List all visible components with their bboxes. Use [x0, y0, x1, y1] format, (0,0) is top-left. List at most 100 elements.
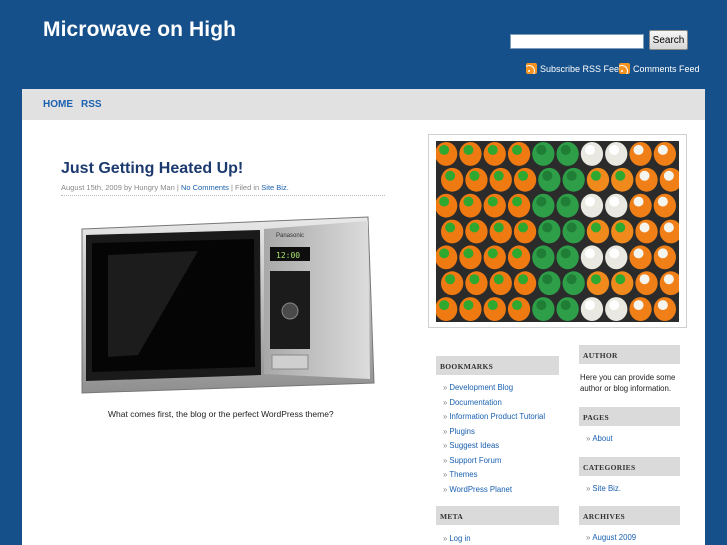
pages-list: » About — [586, 434, 613, 449]
bottle-cap-shape — [487, 144, 498, 155]
bullet-icon: » — [586, 533, 591, 542]
bottle-cap-shape — [542, 274, 553, 285]
bottle-cap-shape — [512, 248, 523, 259]
bottle-cap-shape — [512, 144, 523, 155]
bottle-cap-shape — [633, 248, 644, 259]
bottle-cap-shape — [584, 196, 595, 207]
bookmarks-list: » Development Blog » Documentation » Inform… — [443, 383, 545, 499]
nav-home[interactable]: HOME — [43, 99, 73, 110]
main-nav: HOME RSS — [22, 89, 705, 120]
bottle-cap-shape — [512, 196, 523, 207]
microwave-brand: Panasonic — [276, 233, 304, 239]
bottle-cap-shape — [633, 196, 644, 207]
bullet-icon: » — [586, 484, 591, 493]
bottle-cap-shape — [590, 274, 601, 285]
bottle-cap-shape — [657, 196, 668, 207]
bullet-icon: » — [443, 484, 448, 494]
bottle-cap-shape — [512, 300, 523, 311]
bottle-cap-shape — [493, 170, 504, 181]
bottle-cap-shape — [439, 300, 450, 311]
bottle-cap-shape — [536, 144, 547, 155]
bottle-cap-shape — [615, 274, 626, 285]
bullet-icon: » — [443, 426, 448, 436]
bottle-cap-shape — [566, 222, 577, 233]
bottle-cap-shape — [439, 144, 450, 155]
post-comments-link[interactable]: No Comments — [181, 183, 229, 192]
bottle-cap-shape — [639, 170, 650, 181]
bottle-cap-shape — [463, 300, 474, 311]
bottle-cap-shape — [469, 274, 480, 285]
bullet-icon: » — [443, 470, 448, 479]
bottle-cap-shape — [463, 248, 474, 259]
bullet-icon: » — [443, 534, 448, 543]
bottle-cap-shape — [542, 170, 553, 181]
list-item[interactable]: » Support Forum — [443, 456, 545, 471]
bottle-cap-shape — [663, 222, 674, 233]
bottle-cap-shape — [445, 274, 456, 285]
post-category-link[interactable]: Site Biz. — [261, 183, 289, 192]
archives-list: » August 2009 — [586, 533, 636, 545]
search-input[interactable] — [510, 34, 644, 49]
bottle-cap-shape — [657, 144, 668, 155]
list-item[interactable]: » Themes — [443, 470, 545, 485]
list-item[interactable]: » August 2009 — [586, 533, 636, 545]
categories-heading: CATEGORIES — [579, 457, 680, 476]
bottle-cap-shape — [439, 196, 450, 207]
list-item[interactable]: » Site Biz. — [586, 484, 621, 499]
bottle-cap-shape — [633, 144, 644, 155]
bottle-cap-shape — [609, 196, 620, 207]
bottle-cap-shape — [566, 170, 577, 181]
bottle-cap-shape — [633, 300, 644, 311]
subscribe-rss-feed-link[interactable]: Subscribe RSS Feed — [526, 63, 624, 74]
bottle-cap-shape — [536, 196, 547, 207]
bottle-cap-shape — [657, 300, 668, 311]
bottle-cap-shape — [590, 170, 601, 181]
bottle-cap-shape — [639, 274, 650, 285]
bottle-cap-shape — [590, 222, 601, 233]
bottle-cap-shape — [609, 300, 620, 311]
post-meta: August 15th, 2009 by Hungry Man | No Com… — [61, 183, 289, 192]
bottle-cap-shape — [518, 222, 529, 233]
post-date-author: August 15th, 2009 by Hungry Man | — [61, 183, 179, 192]
bullet-icon: » — [443, 412, 448, 421]
list-item[interactable]: » Development Blog — [443, 383, 545, 398]
bottle-cap-shape — [560, 196, 571, 207]
bottle-cap-shape — [542, 222, 553, 233]
list-item[interactable]: » Information Product Tutorial — [443, 412, 545, 427]
meta-heading: META — [436, 506, 559, 525]
bottle-cap-shape — [536, 248, 547, 259]
categories-list: » Site Biz. — [586, 484, 621, 499]
pages-heading: PAGES — [579, 407, 680, 426]
post-divider — [61, 195, 385, 196]
search-button[interactable]: Search — [649, 30, 688, 50]
juice-bottles-photo — [436, 141, 679, 322]
bullet-icon: » — [443, 441, 448, 450]
bottle-cap-shape — [518, 170, 529, 181]
bottle-cap-shape — [445, 222, 456, 233]
rss-feed-icon — [526, 63, 537, 74]
author-text: Here you can provide some author or blog… — [580, 373, 676, 393]
list-item[interactable]: » Suggest Ideas — [443, 441, 545, 456]
post-filed-in: | Filed in — [230, 183, 260, 192]
bottle-cap-shape — [463, 196, 474, 207]
list-item[interactable]: » About — [586, 434, 613, 449]
bookmarks-heading: BOOKMARKS — [436, 356, 559, 375]
bottle-cap-shape — [560, 248, 571, 259]
site-title[interactable]: Microwave on High — [43, 18, 236, 42]
nav-rss[interactable]: RSS — [81, 99, 102, 110]
comments-feed-link[interactable]: Comments Feed — [619, 63, 700, 74]
list-item[interactable]: » WordPress Planet — [443, 485, 545, 500]
list-item[interactable]: » Log in — [443, 534, 471, 545]
bottle-cap-shape — [584, 248, 595, 259]
bottle-cap-shape — [493, 222, 504, 233]
post-title[interactable]: Just Getting Heated Up! — [61, 160, 243, 178]
bottle-cap-shape — [566, 274, 577, 285]
bullet-icon: » — [586, 434, 591, 443]
bullet-icon: » — [443, 397, 448, 407]
bottle-cap-shape — [657, 248, 668, 259]
bottle-cap-shape — [584, 300, 595, 311]
list-item[interactable]: » Plugins — [443, 427, 545, 442]
list-item[interactable]: » Documentation — [443, 398, 545, 413]
bottle-cap-shape — [663, 274, 674, 285]
bottle-cap-shape — [639, 222, 650, 233]
